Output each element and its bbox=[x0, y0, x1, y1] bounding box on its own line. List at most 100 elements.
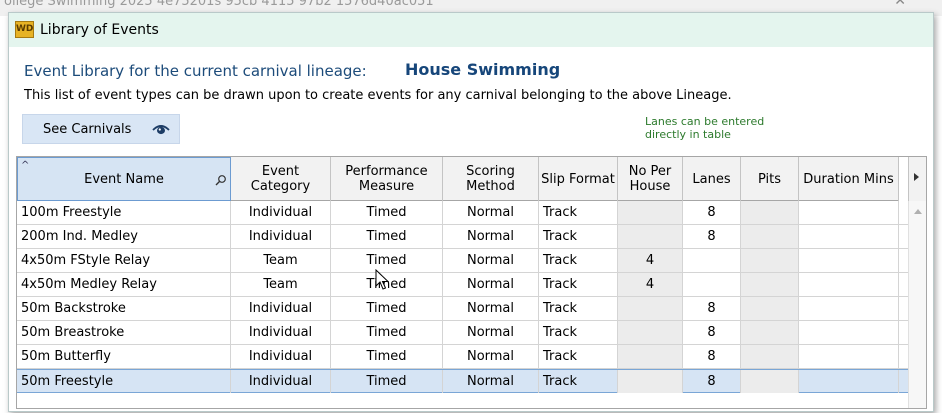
column-header-event-category[interactable]: Event Category bbox=[231, 157, 331, 201]
cell-lanes[interactable] bbox=[683, 273, 741, 296]
cell-duration-mins[interactable] bbox=[799, 249, 899, 272]
cell-event-category[interactable]: Individual bbox=[231, 345, 331, 368]
cell-slip-format[interactable]: Track bbox=[539, 225, 618, 248]
cell-performance-measure[interactable]: Timed bbox=[331, 321, 443, 344]
cell-lanes[interactable]: 8 bbox=[683, 297, 741, 320]
cell-slip-format[interactable]: Track bbox=[539, 370, 618, 393]
cell-no-per-house[interactable] bbox=[618, 297, 683, 320]
cell-pits[interactable] bbox=[741, 225, 799, 248]
cell-lanes[interactable]: 8 bbox=[683, 370, 741, 393]
cell-no-per-house[interactable] bbox=[618, 345, 683, 368]
cell-scoring-method[interactable]: Normal bbox=[443, 225, 539, 248]
cell-performance-measure[interactable]: Timed bbox=[331, 225, 443, 248]
cell-event-name[interactable]: 50m Butterfly bbox=[17, 345, 231, 368]
library-of-events-dialog: WD Library of Events Event Library for t… bbox=[8, 12, 934, 412]
cell-lanes[interactable]: 8 bbox=[683, 345, 741, 368]
cell-performance-measure[interactable]: Timed bbox=[331, 297, 443, 320]
cell-duration-mins[interactable] bbox=[799, 297, 899, 320]
cell-duration-mins[interactable] bbox=[799, 321, 899, 344]
column-header-scoring-method[interactable]: Scoring Method bbox=[443, 157, 539, 201]
column-header-slip-format[interactable]: Slip Format bbox=[539, 157, 618, 201]
cell-event-name[interactable]: 200m Ind. Medley bbox=[17, 225, 231, 248]
column-header-pits[interactable]: Pits bbox=[741, 157, 799, 201]
see-carnivals-button[interactable]: See Carnivals bbox=[22, 114, 180, 144]
cell-event-name[interactable]: 100m Freestyle bbox=[17, 201, 231, 224]
dialog-title: Library of Events bbox=[40, 22, 159, 38]
cell-lanes[interactable] bbox=[683, 249, 741, 272]
cell-lanes[interactable]: 8 bbox=[683, 225, 741, 248]
table-row[interactable]: 100m Freestyle Individual Timed Normal Track… bbox=[17, 201, 910, 225]
column-header-performance-measure[interactable]: Performance Measure bbox=[331, 157, 443, 201]
cell-no-per-house[interactable] bbox=[618, 201, 683, 224]
cell-scoring-method[interactable]: Normal bbox=[443, 249, 539, 272]
cell-duration-mins[interactable] bbox=[799, 273, 899, 296]
cell-slip-format[interactable]: Track bbox=[539, 345, 618, 368]
cell-duration-mins[interactable] bbox=[799, 370, 899, 393]
cell-lanes[interactable]: 8 bbox=[683, 201, 741, 224]
cell-pits[interactable] bbox=[741, 321, 799, 344]
column-header-event-name[interactable]: Event Name ^ bbox=[17, 157, 231, 201]
cell-no-per-house[interactable] bbox=[618, 225, 683, 248]
cell-performance-measure[interactable]: Timed bbox=[331, 370, 443, 393]
cell-event-category[interactable]: Team bbox=[231, 249, 331, 272]
cell-event-category[interactable]: Individual bbox=[231, 370, 331, 393]
cell-duration-mins[interactable] bbox=[799, 225, 899, 248]
cell-no-per-house[interactable] bbox=[618, 321, 683, 344]
cell-scoring-method[interactable]: Normal bbox=[443, 273, 539, 296]
column-header-duration-mins[interactable]: Duration Mins bbox=[799, 157, 899, 201]
cell-pits[interactable] bbox=[741, 345, 799, 368]
cell-pits[interactable] bbox=[741, 273, 799, 296]
cell-event-category[interactable]: Individual bbox=[231, 225, 331, 248]
cell-scoring-method[interactable]: Normal bbox=[443, 321, 539, 344]
table-row[interactable]: 50m Breastroke Individual Timed Normal Track… bbox=[17, 321, 910, 345]
cell-slip-format[interactable]: Track bbox=[539, 321, 618, 344]
table-row[interactable]: 4x50m Medley Relay Team Timed Normal Track 4 bbox=[17, 273, 910, 297]
cell-event-category[interactable]: Individual bbox=[231, 297, 331, 320]
column-header-label: Lanes bbox=[692, 171, 731, 187]
cell-duration-mins[interactable] bbox=[799, 345, 899, 368]
table-row[interactable]: 4x50m FStyle Relay Team Timed Normal Track 4 bbox=[17, 249, 910, 273]
cell-scoring-method[interactable]: Normal bbox=[443, 297, 539, 320]
cell-event-name[interactable]: 4x50m Medley Relay bbox=[17, 273, 231, 296]
column-header-lanes[interactable]: Lanes bbox=[683, 157, 741, 201]
vertical-scrollbar[interactable] bbox=[908, 201, 926, 408]
cell-event-category[interactable]: Individual bbox=[231, 201, 331, 224]
cell-scoring-method[interactable]: Normal bbox=[443, 345, 539, 368]
mouse-cursor-icon bbox=[375, 269, 389, 290]
cell-lanes[interactable]: 8 bbox=[683, 321, 741, 344]
app-logo-icon: WD bbox=[15, 21, 34, 38]
cell-performance-measure[interactable]: Timed bbox=[331, 201, 443, 224]
table-row[interactable]: 50m Backstroke Individual Timed Normal Track… bbox=[17, 297, 910, 321]
cell-no-per-house[interactable] bbox=[618, 370, 683, 393]
lineage-name: House Swimming bbox=[405, 60, 561, 79]
cell-event-category[interactable]: Team bbox=[231, 273, 331, 296]
cell-no-per-house[interactable]: 4 bbox=[618, 273, 683, 296]
cell-slip-format[interactable]: Track bbox=[539, 201, 618, 224]
close-icon[interactable]: ✕ bbox=[894, 0, 906, 9]
column-header-label: Slip Format bbox=[541, 171, 615, 187]
cell-pits[interactable] bbox=[741, 297, 799, 320]
scroll-columns-right-button[interactable] bbox=[908, 157, 926, 201]
cell-pits[interactable] bbox=[741, 201, 799, 224]
cell-event-name[interactable]: 50m Backstroke bbox=[17, 297, 231, 320]
cell-pits[interactable] bbox=[741, 249, 799, 272]
column-header-no-per-house[interactable]: No Per House bbox=[618, 157, 683, 201]
cell-event-category[interactable]: Individual bbox=[231, 321, 331, 344]
cell-performance-measure[interactable]: Timed bbox=[331, 345, 443, 368]
cell-slip-format[interactable]: Track bbox=[539, 249, 618, 272]
cell-event-name[interactable]: 50m Breastroke bbox=[17, 321, 231, 344]
cell-event-name[interactable]: 50m Freestyle bbox=[17, 370, 231, 393]
table-row[interactable]: 50m Freestyle Individual Timed Normal Track 8 bbox=[17, 369, 910, 393]
cell-pits[interactable] bbox=[741, 370, 799, 393]
cell-no-per-house[interactable]: 4 bbox=[618, 249, 683, 272]
cell-duration-mins[interactable] bbox=[799, 201, 899, 224]
search-icon[interactable] bbox=[215, 174, 227, 186]
cell-scoring-method[interactable]: Normal bbox=[443, 201, 539, 224]
table-row[interactable]: 50m Butterfly Individual Timed Normal Track 8 bbox=[17, 345, 910, 369]
cell-slip-format[interactable]: Track bbox=[539, 273, 618, 296]
chevron-up-icon[interactable] bbox=[914, 209, 922, 214]
cell-slip-format[interactable]: Track bbox=[539, 297, 618, 320]
cell-scoring-method[interactable]: Normal bbox=[443, 370, 539, 393]
cell-event-name[interactable]: 4x50m FStyle Relay bbox=[17, 249, 231, 272]
table-row[interactable]: 200m Ind. Medley Individual Timed Normal Tra… bbox=[17, 225, 910, 249]
